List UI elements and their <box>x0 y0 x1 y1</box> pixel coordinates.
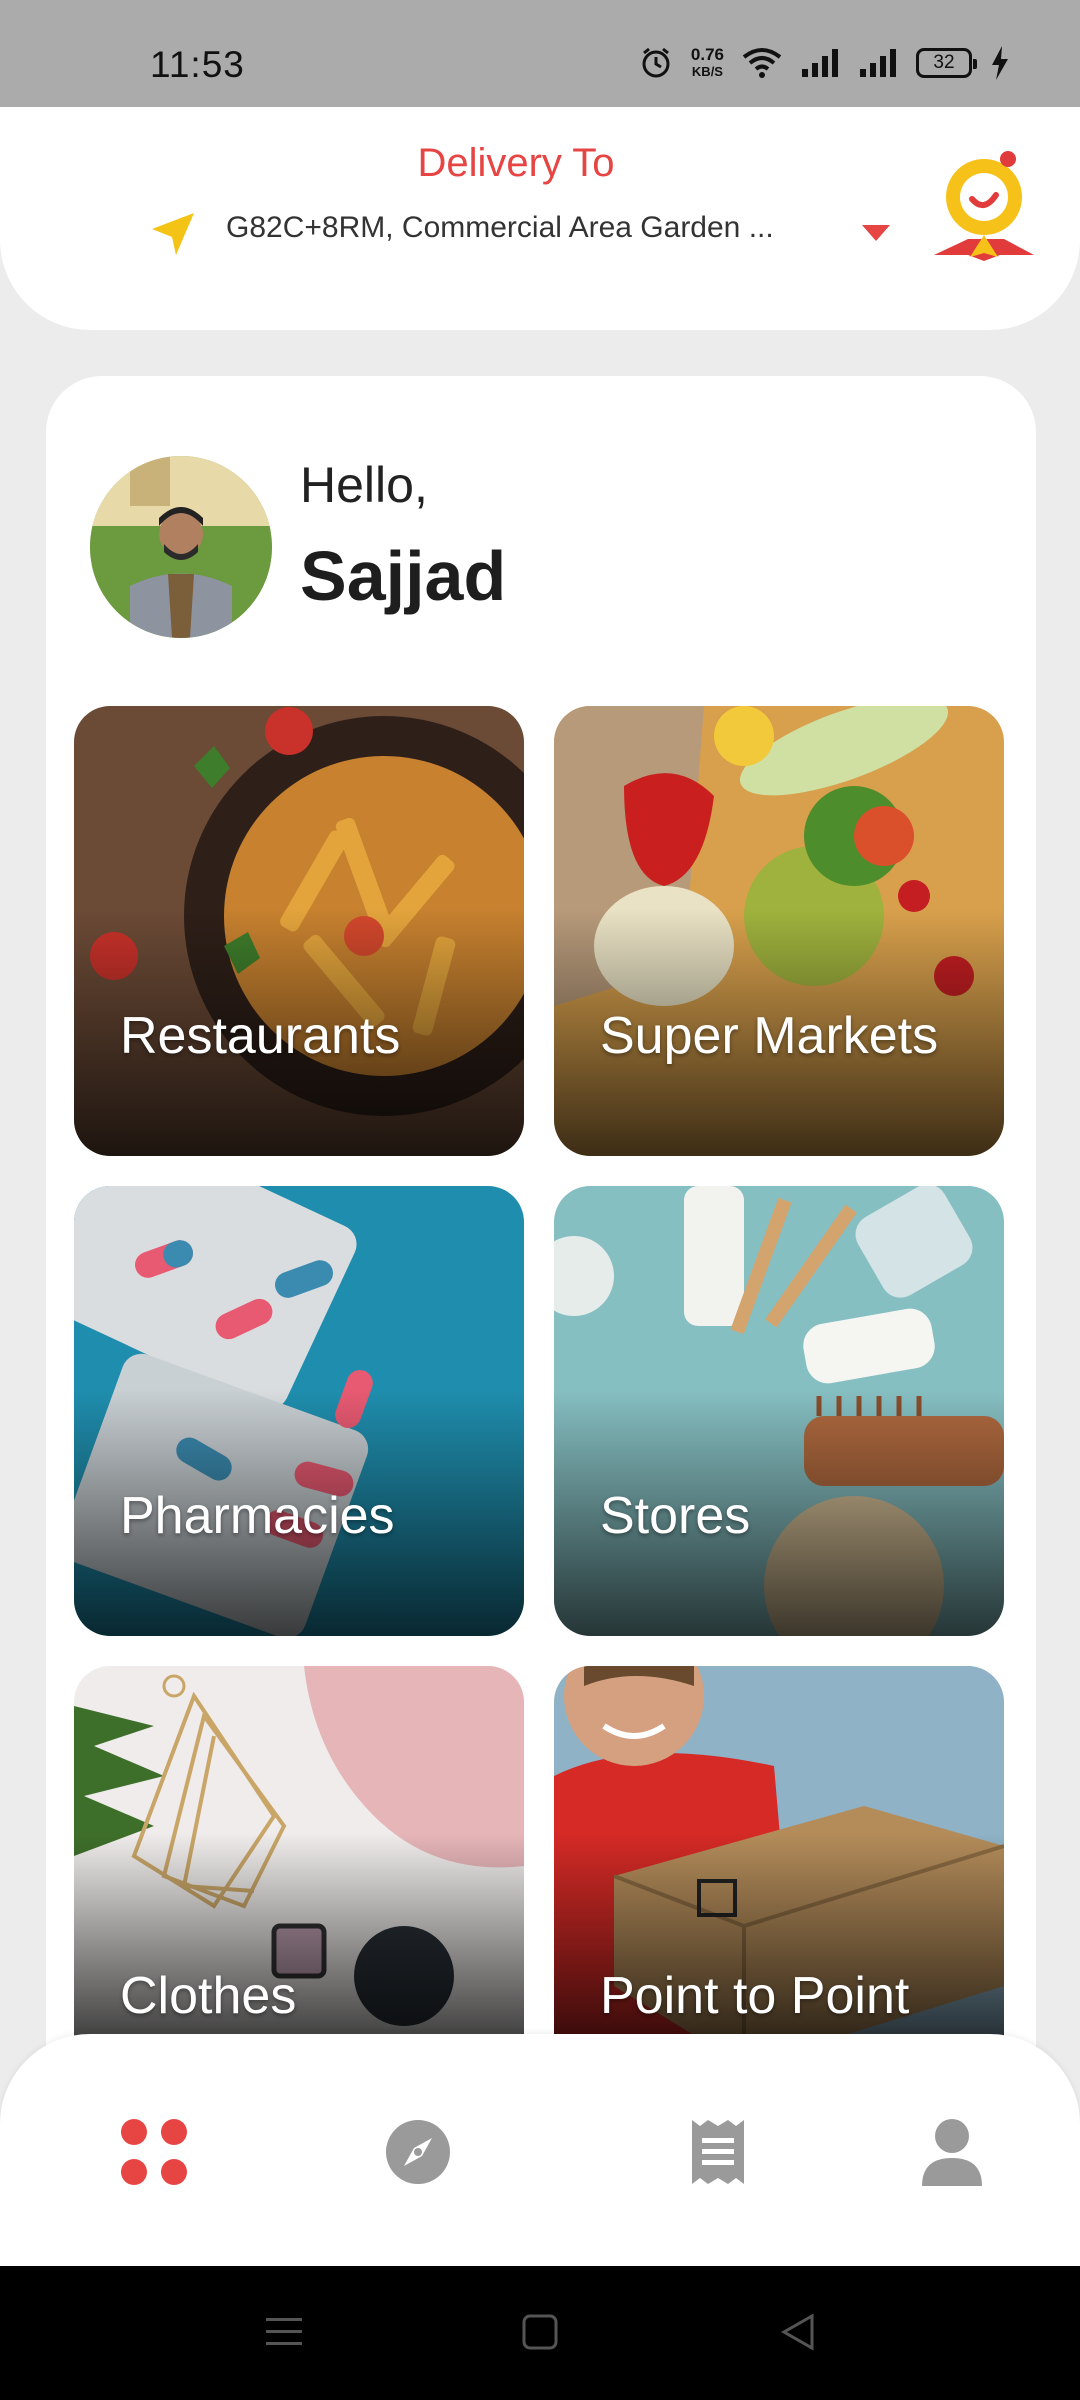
status-time: 11:53 <box>150 44 245 85</box>
bottom-navigation <box>0 2034 1080 2266</box>
delivery-header: Delivery To G82C+8RM, Commercial Area Ga… <box>0 107 1080 330</box>
avatar-photo <box>90 456 272 638</box>
category-label: Clothes <box>120 1967 297 2025</box>
category-super-markets[interactable]: Super Markets <box>554 706 1004 1156</box>
receipt-icon[interactable] <box>682 2116 754 2188</box>
home-button-icon[interactable] <box>520 2310 560 2354</box>
menu-icon[interactable] <box>264 2310 304 2354</box>
charging-icon <box>992 46 1008 80</box>
category-label: Restaurants <box>120 1007 401 1065</box>
category-clothes[interactable]: Clothes <box>74 1666 524 2036</box>
status-bar: 11:53 0.76 KB/S 32 <box>0 0 1080 107</box>
category-label: Super Markets <box>600 1007 939 1065</box>
pills-photo <box>74 1186 524 1636</box>
category-stores[interactable]: Stores <box>554 1186 1004 1636</box>
navigation-arrow-icon <box>152 213 194 255</box>
chevron-down-icon[interactable] <box>860 223 892 243</box>
category-point-to-point[interactable]: Point to Point <box>554 1666 1004 2036</box>
grid-icon[interactable] <box>118 2116 190 2188</box>
avatar[interactable] <box>90 456 272 638</box>
category-pharmacies[interactable]: Pharmacies <box>74 1186 524 1636</box>
system-navigation-bar <box>0 2266 1080 2400</box>
status-icons: 0.76 KB/S 32 <box>639 46 1010 80</box>
greeting-hello: Hello, <box>300 457 428 513</box>
address-selector[interactable]: G82C+8RM, Commercial Area Garden ... <box>148 203 890 263</box>
signal-icon-1 <box>802 49 838 77</box>
wifi-icon <box>742 48 782 78</box>
network-speed-unit: KB/S <box>691 64 723 79</box>
map-pin-logo-icon <box>934 151 1034 261</box>
home-card: Hello, Sajjad Restaurants Super Markets … <box>46 376 1036 2056</box>
pasta-photo <box>74 706 524 1156</box>
user-name: Sajjad <box>300 537 507 615</box>
category-label: Point to Point <box>600 1967 910 2025</box>
category-label: Pharmacies <box>120 1487 395 1545</box>
compass-icon[interactable] <box>382 2116 454 2188</box>
delivery-address: G82C+8RM, Commercial Area Garden ... <box>226 211 774 244</box>
category-restaurants[interactable]: Restaurants <box>74 706 524 1156</box>
category-label: Stores <box>600 1487 751 1545</box>
network-speed-value: 0.76 <box>690 45 724 64</box>
back-icon[interactable] <box>778 2310 818 2354</box>
profile-icon[interactable] <box>916 2116 988 2188</box>
alarm-icon <box>642 47 670 78</box>
battery-indicator: 32 <box>916 48 977 78</box>
network-speed: 0.76 KB/S <box>691 46 724 80</box>
signal-icon-2 <box>860 49 896 77</box>
vegetables-photo <box>554 706 1004 1156</box>
toiletries-photo <box>554 1186 1004 1636</box>
delivery-title: Delivery To <box>417 141 615 185</box>
